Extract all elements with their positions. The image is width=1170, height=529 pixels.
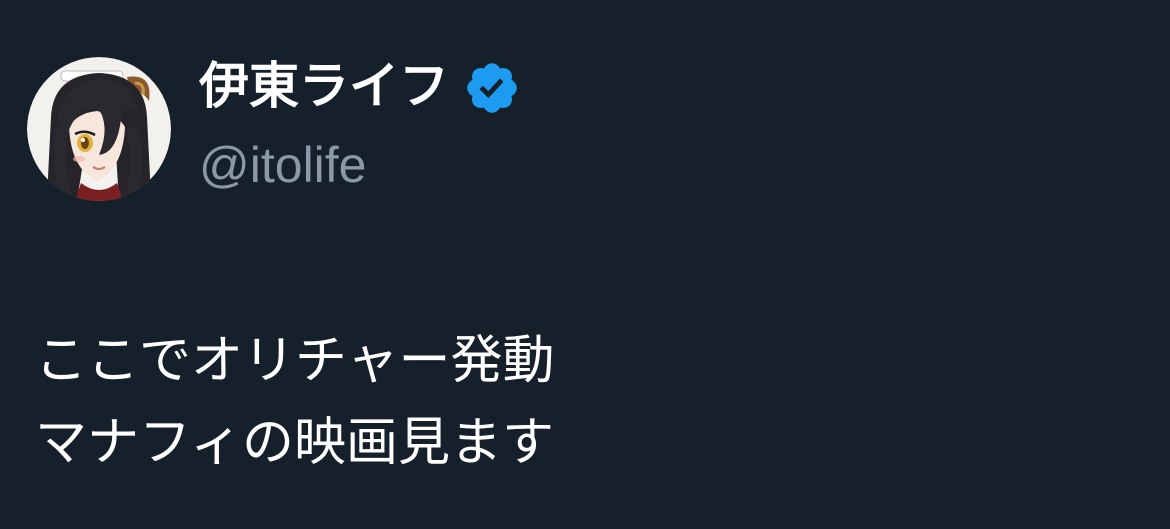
avatar-icon [27, 57, 171, 201]
tweet-text: ここでオリチャー発動 マナフィの映画見ます [35, 320, 554, 484]
tweet-text-line: マナフィの映画見ます [35, 413, 554, 473]
tweet-card: 伊東ライフ @itolife ここでオリチャー発動 マナフィの映画見ます [0, 0, 1170, 529]
display-name[interactable]: 伊東ライフ [199, 61, 449, 111]
tweet-text-line: ここでオリチャー発動 [35, 331, 555, 391]
author-name-row: 伊東ライフ [199, 54, 521, 118]
user-handle[interactable]: @itolife [199, 140, 366, 190]
avatar[interactable] [27, 57, 171, 201]
verified-badge-icon [463, 59, 521, 117]
